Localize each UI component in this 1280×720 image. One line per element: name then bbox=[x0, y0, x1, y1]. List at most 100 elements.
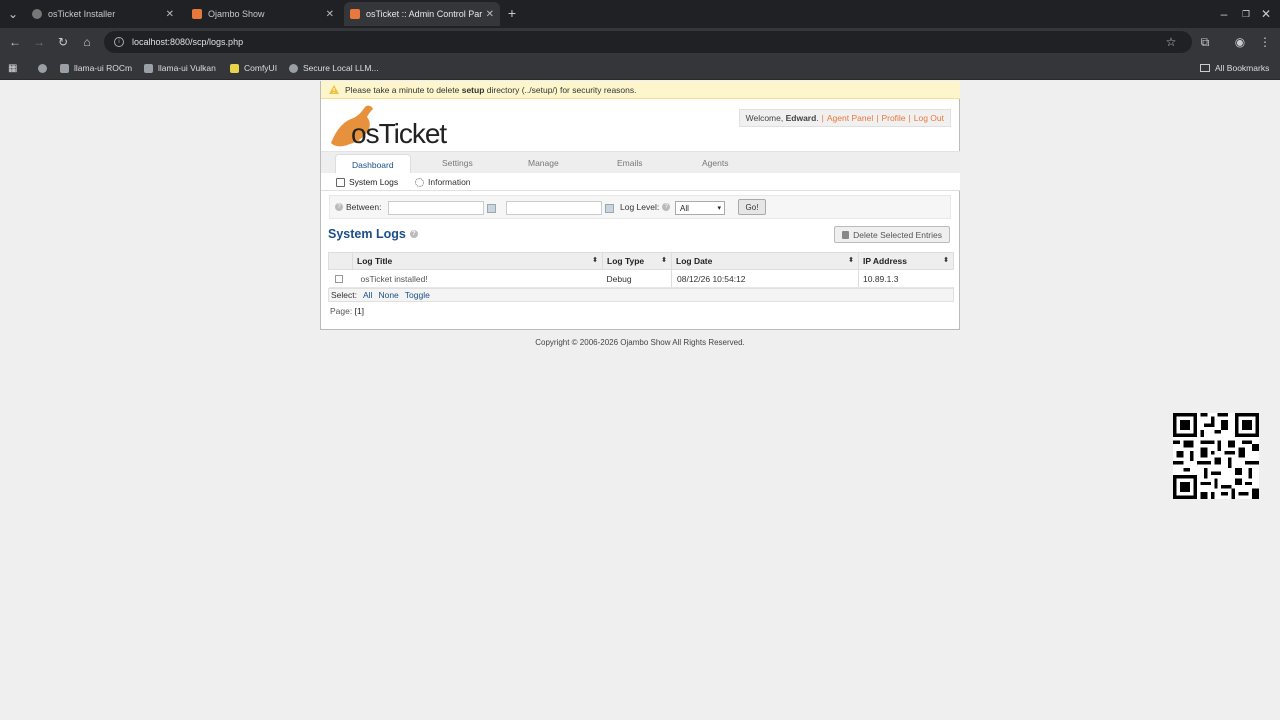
tab-agents[interactable]: Agents bbox=[702, 152, 728, 174]
log-level-value: All bbox=[680, 203, 689, 213]
logout-link[interactable]: Log Out bbox=[914, 113, 944, 123]
row-checkbox-cell bbox=[328, 269, 353, 288]
header-log-title[interactable]: Log Title ⬍ bbox=[352, 252, 603, 270]
header-log-date[interactable]: Log Date ⬍ bbox=[671, 252, 859, 270]
bookmark-label: llama-ui ROCm bbox=[74, 63, 133, 73]
log-title-cell[interactable]: osTicket installed! bbox=[352, 269, 603, 288]
forward-icon[interactable]: → bbox=[31, 34, 47, 50]
header-label: IP Address bbox=[863, 256, 907, 266]
site-info-icon[interactable]: i bbox=[114, 37, 124, 47]
menu-icon[interactable]: ⋮ bbox=[1257, 34, 1273, 50]
sort-icon: ⬍ bbox=[592, 257, 598, 264]
select-toggle-link[interactable]: Toggle bbox=[405, 290, 430, 300]
tab-osticket-installer[interactable]: osTicket Installer ✕ bbox=[28, 2, 180, 26]
restore-icon[interactable]: ❐ bbox=[1238, 6, 1254, 22]
subnav-label: System Logs bbox=[349, 177, 399, 187]
between-text: Between: bbox=[346, 202, 382, 212]
select-none-link[interactable]: None bbox=[378, 290, 398, 300]
warning-text-post: directory (../setup/) for security reaso… bbox=[484, 84, 637, 95]
subnav-label: Information bbox=[428, 177, 471, 187]
log-type-cell: Debug bbox=[602, 269, 672, 288]
header-log-type[interactable]: Log Type ⬍ bbox=[602, 252, 672, 270]
tab-label: osTicket Installer bbox=[48, 9, 116, 19]
select-all-link[interactable]: All bbox=[363, 290, 372, 300]
subnav-information[interactable]: Information bbox=[415, 175, 471, 189]
tab-settings[interactable]: Settings bbox=[442, 152, 473, 174]
gear-icon bbox=[415, 177, 424, 187]
kangaroo-logo-icon: osTicket bbox=[331, 105, 448, 149]
reload-icon[interactable]: ↻ bbox=[55, 34, 71, 50]
delete-label: Delete Selected Entries bbox=[853, 229, 942, 240]
agent-panel-link[interactable]: Agent Panel bbox=[827, 113, 873, 123]
help-icon[interactable]: ? bbox=[335, 203, 343, 211]
chevron-down-icon: ▾ bbox=[717, 205, 721, 212]
bookmark-label: Secure Local LLM... bbox=[303, 63, 379, 73]
help-icon[interactable]: ? bbox=[662, 203, 671, 211]
subnav-system-logs[interactable]: System Logs bbox=[336, 175, 398, 189]
sort-icon: ⬍ bbox=[848, 257, 854, 264]
qr-code-icon bbox=[1173, 413, 1259, 499]
delete-selected-button[interactable]: Delete Selected Entries bbox=[834, 226, 950, 243]
page-title: System Logs ? bbox=[328, 227, 421, 241]
bookmark-llama-vulkan[interactable]: llama-ui Vulkan bbox=[144, 61, 216, 75]
page-container: Please take a minute to delete setup dir… bbox=[320, 81, 960, 330]
separator: | bbox=[821, 113, 824, 123]
logs-table: Log Title ⬍ Log Type ⬍ Log Date ⬍ IP Addres… bbox=[328, 252, 954, 288]
comfyui-icon bbox=[230, 63, 239, 73]
address-bar: ← → ↻ ⌂ i localhost:8080/scp/logs.php ☆ … bbox=[0, 28, 1280, 56]
sort-icon: ⬍ bbox=[943, 257, 949, 264]
filter-bar: ? Between: Log Level: ? All ▾ Go! bbox=[329, 195, 951, 219]
calendar-icon[interactable] bbox=[487, 204, 496, 213]
header-label: Log Title bbox=[357, 256, 393, 266]
bookmark-label: llama-ui Vulkan bbox=[158, 63, 216, 73]
go-button[interactable]: Go! bbox=[738, 199, 766, 215]
separator: | bbox=[908, 113, 911, 123]
welcome-prefix: Welcome, bbox=[745, 113, 786, 123]
profile-icon[interactable]: ◉ bbox=[1232, 34, 1248, 50]
pager-current[interactable]: [1] bbox=[355, 306, 364, 316]
log-level-select[interactable]: All ▾ bbox=[675, 201, 725, 215]
back-icon[interactable]: ← bbox=[7, 34, 23, 50]
close-tab-icon[interactable]: ✕ bbox=[326, 9, 334, 20]
close-window-icon[interactable]: ✕ bbox=[1258, 6, 1274, 22]
sort-icon: ⬍ bbox=[661, 257, 667, 264]
bookmark-globe-icon[interactable] bbox=[38, 61, 52, 75]
trash-icon bbox=[842, 230, 850, 239]
warning-icon bbox=[329, 85, 339, 94]
folder-icon bbox=[1200, 64, 1210, 72]
close-tab-icon[interactable]: ✕ bbox=[486, 9, 494, 20]
help-icon[interactable]: ? bbox=[409, 230, 418, 238]
extensions-icon[interactable]: ⧉ bbox=[1197, 34, 1213, 50]
apps-grid-icon[interactable]: ▦ bbox=[8, 61, 17, 75]
table-row: osTicket installed! Debug 08/12/26 10:54… bbox=[328, 269, 954, 288]
home-icon[interactable]: ⌂ bbox=[79, 34, 95, 50]
tab-osticket-admin[interactable]: osTicket :: Admin Control Par ✕ bbox=[344, 2, 500, 26]
row-checkbox[interactable] bbox=[334, 274, 343, 283]
logs-icon bbox=[336, 177, 345, 187]
end-date-input[interactable] bbox=[506, 201, 602, 215]
bookmark-llama-rocm[interactable]: llama-ui ROCm bbox=[60, 61, 132, 75]
url-field[interactable]: i localhost:8080/scp/logs.php bbox=[104, 31, 1192, 53]
log-title[interactable]: osTicket installed! bbox=[361, 274, 428, 284]
start-date-input[interactable] bbox=[388, 201, 484, 215]
bookmark-secure-llm[interactable]: Secure Local LLM... bbox=[289, 61, 379, 75]
tab-emails[interactable]: Emails bbox=[617, 152, 643, 174]
bookmark-comfyui[interactable]: ComfyUI bbox=[230, 61, 277, 75]
tab-dashboard[interactable]: Dashboard bbox=[335, 154, 411, 174]
header-ip-address[interactable]: IP Address ⬍ bbox=[858, 252, 954, 270]
minimize-icon[interactable]: – bbox=[1216, 6, 1232, 22]
pager: Page: [1] bbox=[330, 306, 364, 316]
bookmark-star-icon[interactable]: ☆ bbox=[1163, 34, 1179, 50]
calendar-icon[interactable] bbox=[605, 204, 614, 213]
tab-manage[interactable]: Manage bbox=[528, 152, 559, 174]
footer-copyright: Copyright © 2006-2026 Ojambo Show All Ri… bbox=[535, 338, 745, 347]
tab-ojambo-show[interactable]: Ojambo Show ✕ bbox=[188, 2, 340, 26]
setup-warning: Please take a minute to delete setup dir… bbox=[321, 81, 960, 99]
new-tab-icon[interactable]: + bbox=[504, 5, 520, 21]
all-bookmarks[interactable]: All Bookmarks bbox=[1200, 61, 1269, 75]
logo-text: osTicket bbox=[351, 118, 447, 149]
tab-search-icon[interactable]: ⌄ bbox=[5, 6, 21, 22]
osticket-logo[interactable]: osTicket bbox=[327, 103, 467, 149]
profile-link[interactable]: Profile bbox=[881, 113, 905, 123]
close-tab-icon[interactable]: ✕ bbox=[166, 9, 174, 20]
